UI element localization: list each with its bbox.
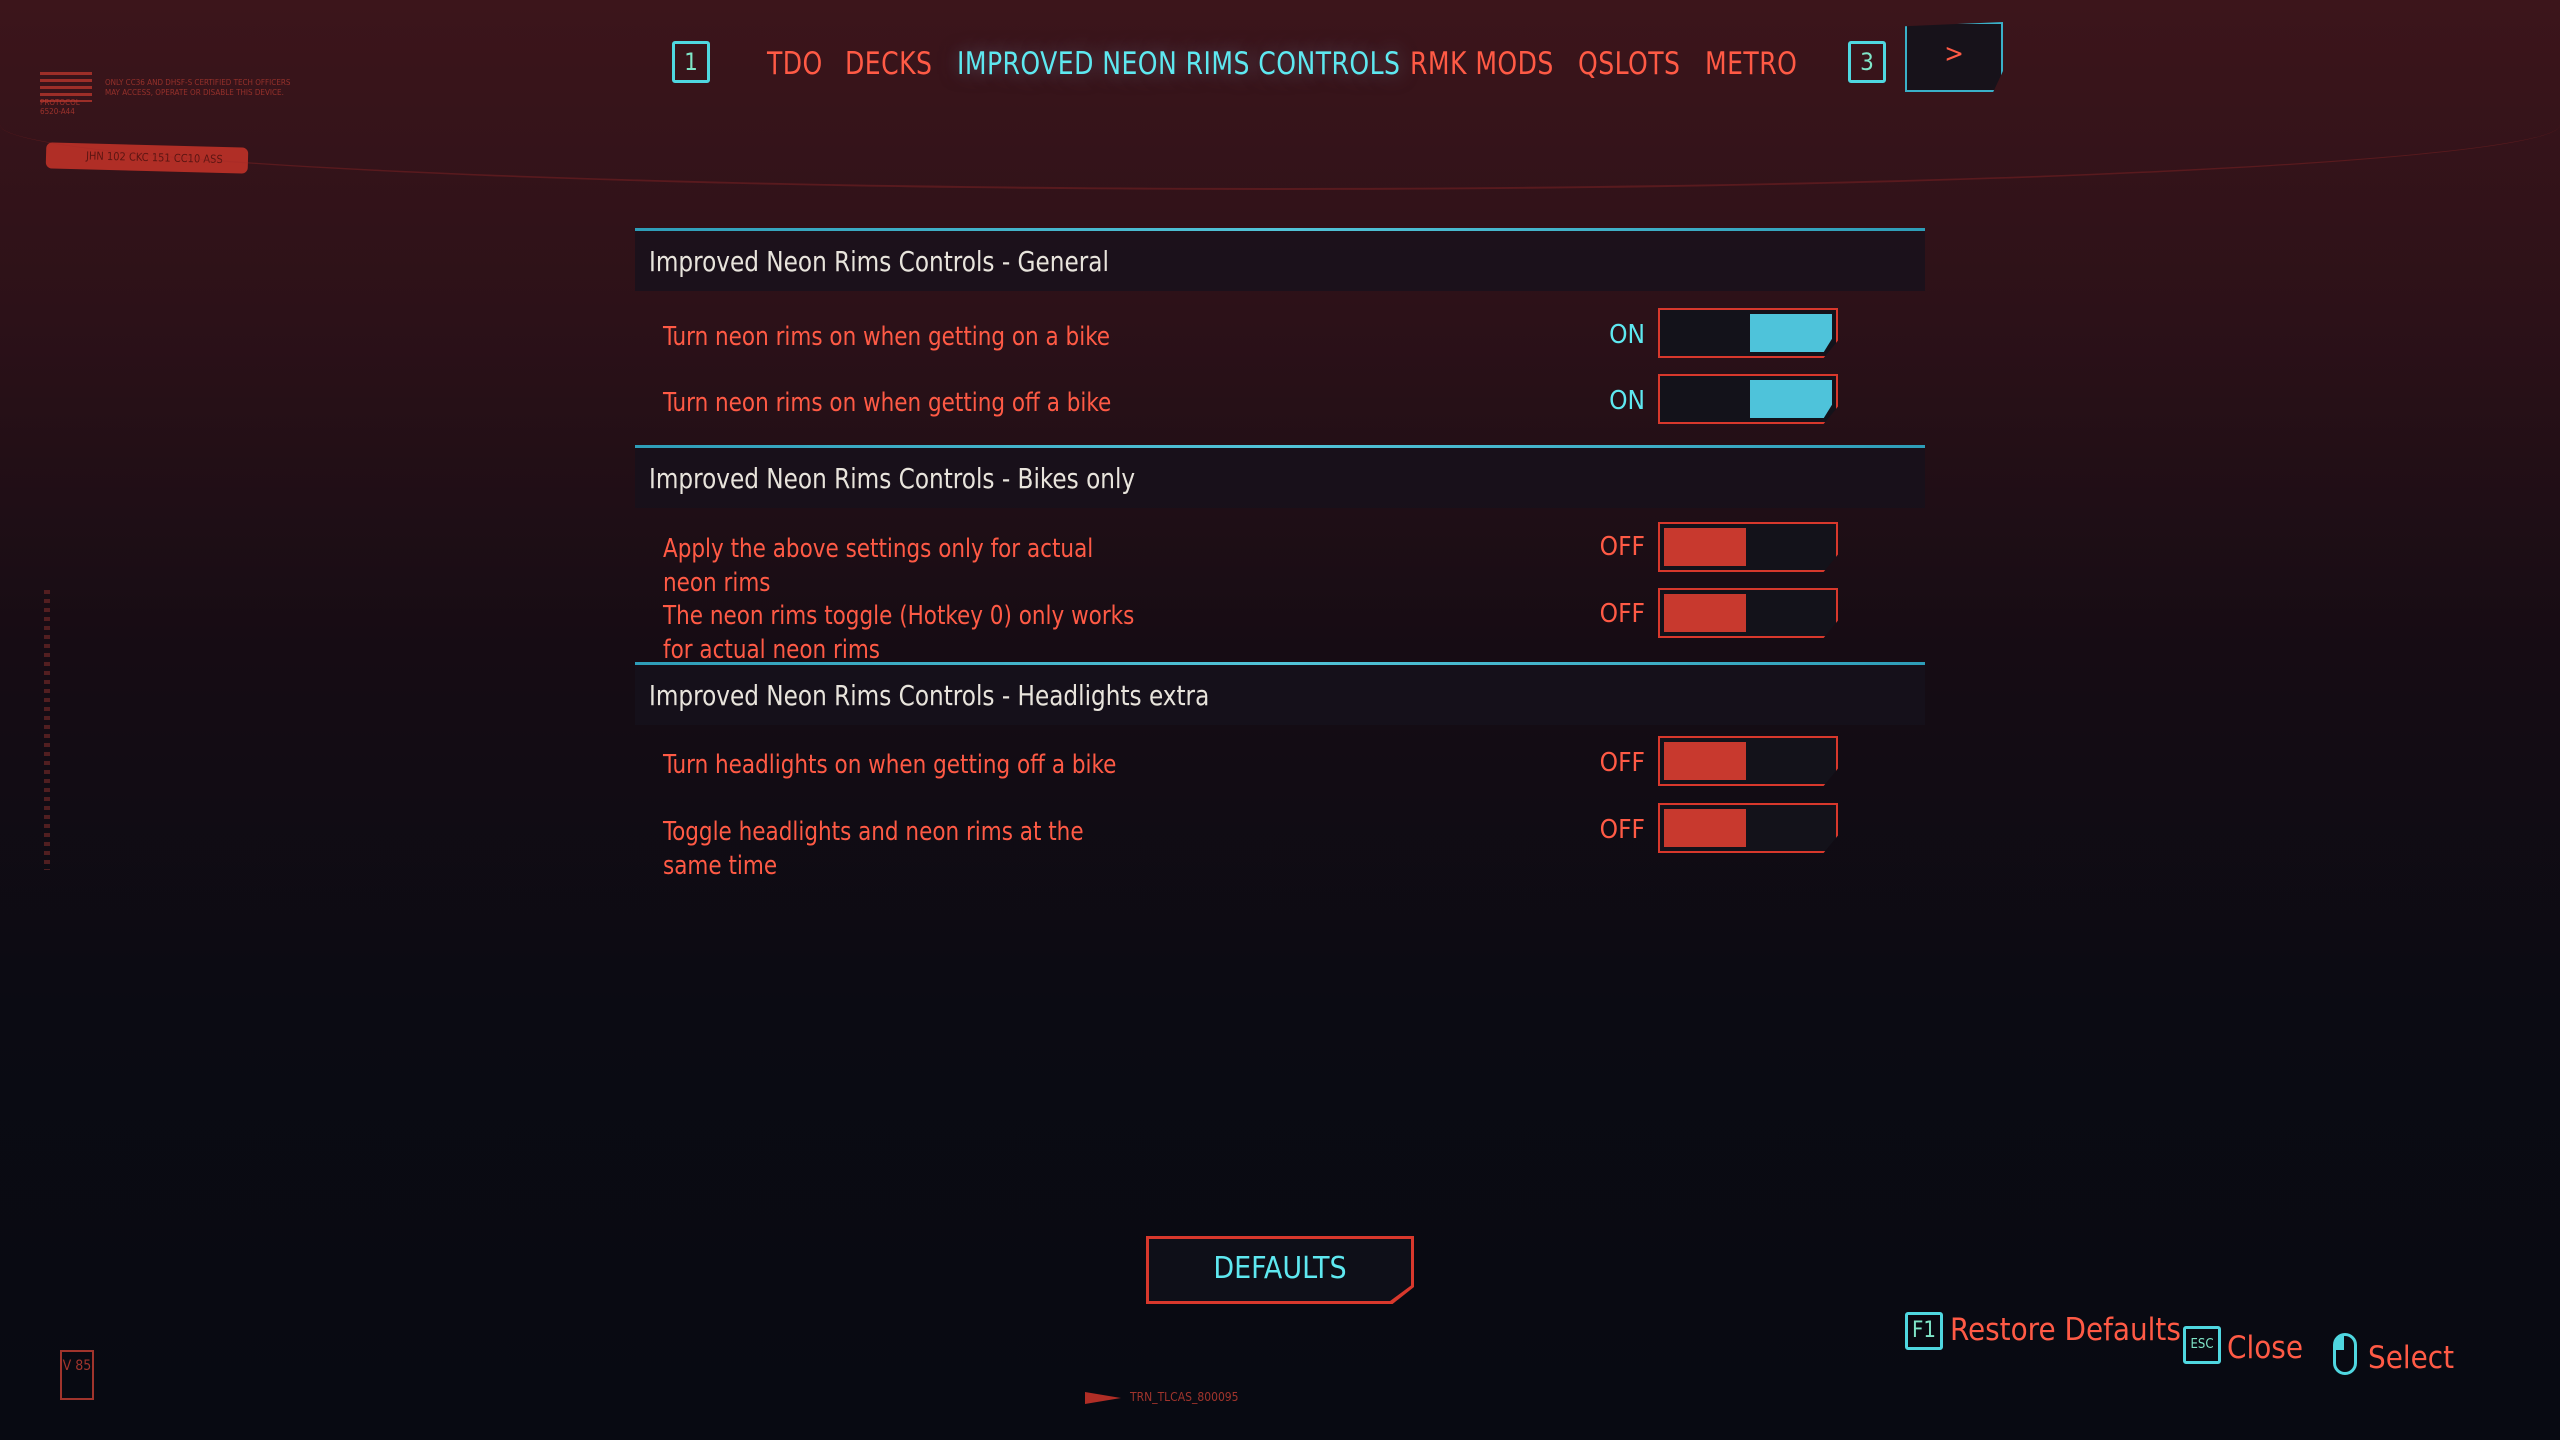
setting-label: The neon rims toggle (Hotkey 0) only wor… <box>663 601 1135 665</box>
arrow-marker-icon <box>1085 1392 1121 1404</box>
setting-label: Apply the above settings only for actual… <box>663 534 1094 598</box>
setting-state: ON <box>1609 320 1645 350</box>
setting-label: Turn headlights on when getting off a bi… <box>663 750 1117 780</box>
toggle-knob <box>1664 809 1746 847</box>
setting-label: Turn neon rims on when getting off a bik… <box>663 388 1112 418</box>
toggle-hotkey-actual-neon[interactable] <box>1658 588 1838 638</box>
close-hint[interactable]: Close <box>2227 1330 2303 1366</box>
setting-state: OFF <box>1599 748 1645 778</box>
f1-key-icon: F1 <box>1905 1312 1943 1350</box>
toggle-headlights-getting-off[interactable] <box>1658 736 1838 786</box>
section-header-general: Improved Neon Rims Controls - General <box>635 231 1925 291</box>
toggle-knob <box>1664 742 1746 780</box>
section-header-headlights: Improved Neon Rims Controls - Headlights… <box>635 665 1925 725</box>
defaults-button-label: DEFAULTS <box>1149 1239 1411 1301</box>
settings-panel: Improved Neon Rims Controls - General Tu… <box>635 228 1925 908</box>
setting-label: Toggle headlights and neon rims at the s… <box>663 817 1084 881</box>
side-deco-line <box>44 590 50 870</box>
version-badge: V 85 <box>60 1350 94 1400</box>
header-divider <box>0 60 2560 190</box>
toggle-knob <box>1750 380 1832 418</box>
toggle-neon-on-getting-off[interactable] <box>1658 374 1838 424</box>
section-title: Improved Neon Rims Controls - General <box>649 245 1109 278</box>
section-title: Improved Neon Rims Controls - Bikes only <box>649 462 1136 495</box>
section-header-bikes-only: Improved Neon Rims Controls - Bikes only <box>635 448 1925 508</box>
section-title: Improved Neon Rims Controls - Headlights… <box>649 679 1210 712</box>
esc-key-icon: ESC <box>2183 1326 2221 1364</box>
toggle-knob <box>1664 594 1746 632</box>
footer-code: TRN_TLCAS_800095 <box>1130 1390 1239 1404</box>
setting-state: OFF <box>1599 815 1645 845</box>
setting-state: ON <box>1609 386 1645 416</box>
setting-state: OFF <box>1599 532 1645 562</box>
setting-state: OFF <box>1599 599 1645 629</box>
mouse-icon <box>2333 1333 2357 1375</box>
toggle-actual-neon-only[interactable] <box>1658 522 1838 572</box>
defaults-button[interactable]: DEFAULTS <box>1146 1236 1414 1304</box>
setting-label: Turn neon rims on when getting on a bike <box>663 322 1111 352</box>
select-hint[interactable]: Select <box>2368 1340 2454 1376</box>
toggle-knob <box>1664 528 1746 566</box>
toggle-knob <box>1750 314 1832 352</box>
toggle-neon-on-getting-on[interactable] <box>1658 308 1838 358</box>
restore-defaults-hint[interactable]: Restore Defaults <box>1950 1312 2181 1348</box>
toggle-headlights-with-neon[interactable] <box>1658 803 1838 853</box>
